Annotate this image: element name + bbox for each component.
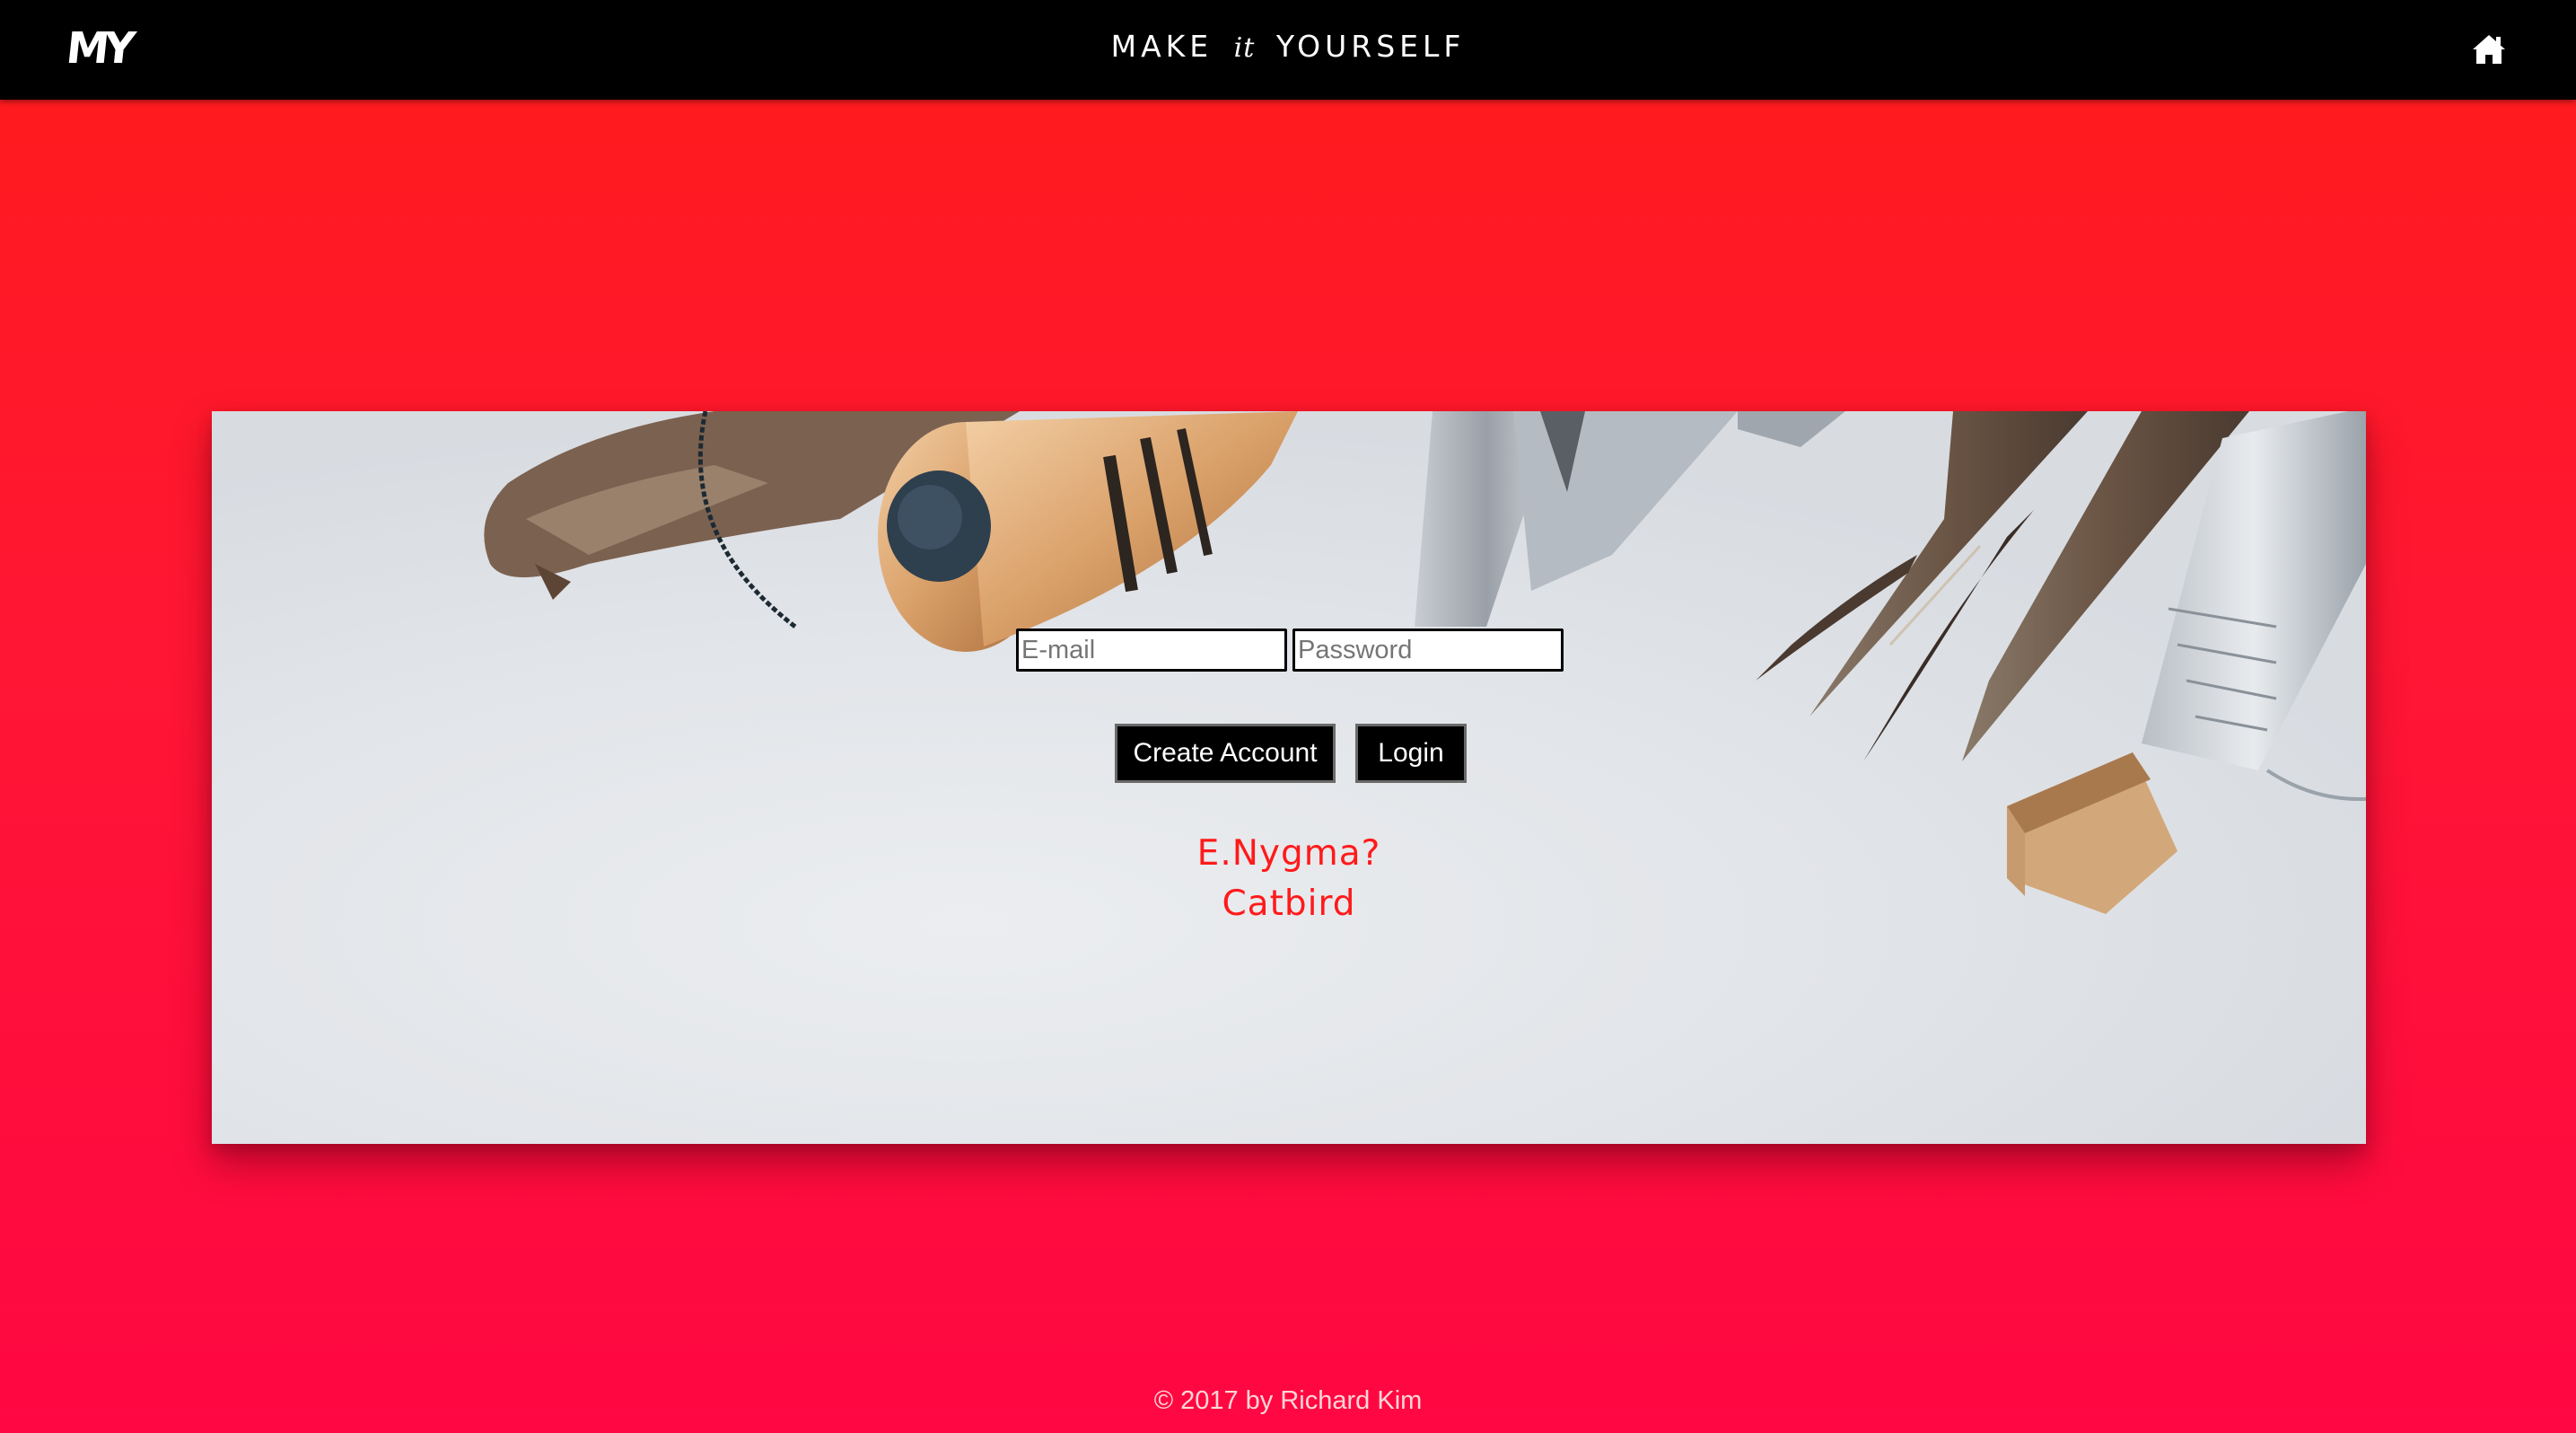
hint-text-enygma: E.Nygma? [1196, 833, 1381, 874]
site-title-it: it [1233, 32, 1256, 64]
login-button[interactable]: Login [1355, 724, 1467, 783]
home-icon[interactable] [2472, 34, 2506, 65]
hint-text-catbird: Catbird [1222, 884, 1356, 924]
top-navbar: MY MAKE it YOURSELF [0, 0, 2576, 100]
footer-copyright: © 2017 by Richard Kim [1153, 1386, 1423, 1415]
create-account-button[interactable]: Create Account [1115, 724, 1336, 783]
login-card: Create Account Login E.Nygma? Catbird [212, 411, 2366, 1144]
site-title-make: MAKE [1110, 29, 1214, 64]
email-field[interactable] [1016, 629, 1287, 672]
password-field[interactable] [1292, 629, 1564, 672]
site-title: MAKE it YOURSELF [0, 27, 2576, 68]
site-title-yourself: YOURSELF [1275, 29, 1466, 64]
